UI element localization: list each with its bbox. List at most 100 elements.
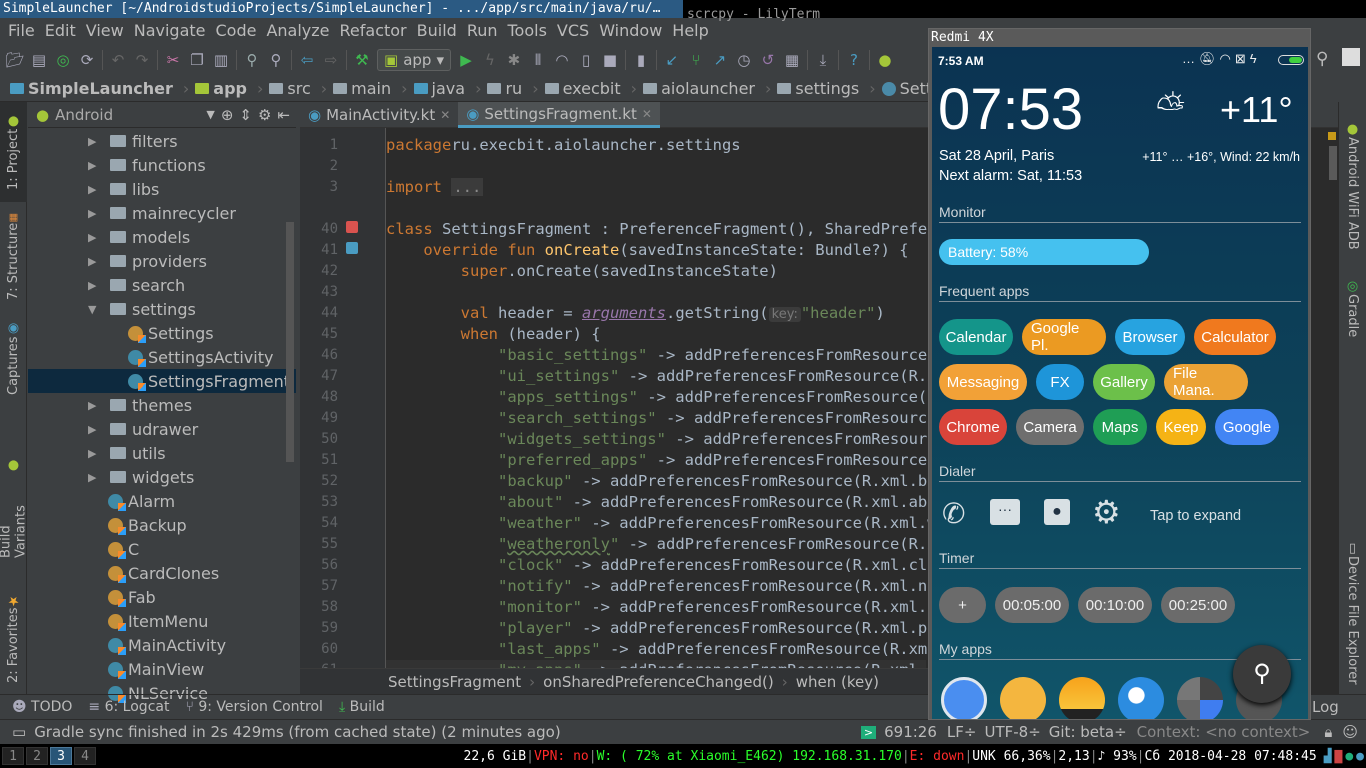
- menu-navigate[interactable]: Navigate: [134, 21, 206, 40]
- tree-item-udrawer[interactable]: ▶ udrawer: [28, 417, 296, 441]
- gear-icon[interactable]: ⚙: [258, 106, 271, 124]
- app-chip-calculator[interactable]: Calculator: [1194, 319, 1276, 355]
- app-chip-google[interactable]: Google: [1215, 409, 1279, 445]
- timer-preset-button[interactable]: 00:05:00: [995, 587, 1069, 623]
- vcs-push-icon[interactable]: ↗: [711, 51, 729, 69]
- run-icon[interactable]: ▶: [457, 51, 475, 69]
- tool-window-versioncontrol[interactable]: ⑂ 9: Version Control: [185, 699, 322, 715]
- find-icon[interactable]: ⚲: [243, 51, 261, 69]
- tab-structure[interactable]: 7: Structure ▦: [0, 206, 27, 306]
- tree-item-settings[interactable]: Settings: [28, 321, 296, 345]
- apply-changes-icon[interactable]: ϟ: [481, 51, 499, 69]
- stop-icon[interactable]: ■: [601, 51, 619, 69]
- sdk-manager-icon[interactable]: ⤓: [814, 51, 832, 69]
- breadcrumb-item[interactable]: aiolauncher ›: [643, 79, 771, 98]
- make-icon[interactable]: ⚒: [353, 51, 371, 69]
- tab-project[interactable]: 1: Project ●: [0, 102, 27, 202]
- tree-item-cardclones[interactable]: CardClones: [28, 561, 296, 585]
- expand-arrow-icon[interactable]: ▶: [88, 183, 98, 196]
- dropdown-icon[interactable]: ▼: [206, 108, 214, 121]
- tree-item-themes[interactable]: ▶ themes: [28, 393, 296, 417]
- event-log-tab[interactable]: Log: [1312, 698, 1339, 716]
- app-chip-maps[interactable]: Maps: [1093, 409, 1147, 445]
- code-line[interactable]: val header = arguments.getString(key: "he…: [386, 303, 885, 324]
- editor-scrollbar[interactable]: [1329, 146, 1337, 180]
- menu-build[interactable]: Build: [417, 21, 457, 40]
- breadcrumb-item[interactable]: src ›: [269, 79, 327, 98]
- breadcrumb-item[interactable]: settings ›: [777, 79, 876, 98]
- context-selector[interactable]: Context: <no context>: [1137, 723, 1311, 741]
- back-icon[interactable]: ⇦: [298, 51, 316, 69]
- breadcrumb-item[interactable]: SimpleLauncher ›: [10, 79, 189, 98]
- dialer-expand[interactable]: Tap to expand: [1150, 508, 1241, 524]
- status-toggle-icon[interactable]: ▭: [12, 723, 26, 741]
- expand-arrow-icon[interactable]: ▶: [88, 231, 98, 244]
- calculator-app-icon[interactable]: [1177, 677, 1223, 719]
- tab-mainactivity-kt[interactable]: ◉ MainActivity.kt ✕: [300, 102, 458, 128]
- locate-icon[interactable]: ⊕: [221, 106, 234, 124]
- app-chip-fx[interactable]: FX: [1036, 364, 1084, 400]
- tree-item-models[interactable]: ▶ models: [28, 225, 296, 249]
- tab-settingsfragment-kt[interactable]: ◉ SettingsFragment.kt ✕: [458, 102, 660, 128]
- override-method-icon[interactable]: [346, 242, 358, 254]
- app-chip-chrome[interactable]: Chrome: [939, 409, 1007, 445]
- tree-item-mainview[interactable]: MainView: [28, 657, 296, 681]
- debug-icon[interactable]: ✱: [505, 51, 523, 69]
- menu-code[interactable]: Code: [216, 21, 257, 40]
- expand-arrow-icon[interactable]: ▶: [88, 399, 98, 412]
- timer-preset-button[interactable]: 00:25:00: [1161, 587, 1235, 623]
- next-alarm[interactable]: Next alarm: Sat, 11:53: [939, 168, 1082, 184]
- save-icon[interactable]: ▤: [30, 51, 48, 69]
- menu-refactor[interactable]: Refactor: [340, 21, 407, 40]
- synchronize-icon[interactable]: ⟳: [78, 51, 96, 69]
- search-fab[interactable]: ⚲: [1233, 645, 1291, 703]
- app-chip-keep[interactable]: Keep: [1156, 409, 1206, 445]
- tab-favorites[interactable]: 2: Favorites ★: [0, 590, 27, 686]
- app-chip-messaging[interactable]: Messaging: [939, 364, 1027, 400]
- tree-item-mainactivity[interactable]: MainActivity: [28, 633, 296, 657]
- tree-item-libs[interactable]: ▶ libs: [28, 177, 296, 201]
- terminal-tray-icon[interactable]: ●: [1345, 749, 1353, 764]
- undo-icon[interactable]: ↶: [109, 51, 127, 69]
- date-location[interactable]: Sat 28 April, Paris: [939, 148, 1054, 164]
- tree-item-backup[interactable]: Backup: [28, 513, 296, 537]
- tree-item-widgets[interactable]: ▶ widgets: [28, 465, 296, 489]
- help-icon[interactable]: ?: [845, 51, 863, 69]
- code-breadcrumb-item[interactable]: onSharedPreferenceChanged(): [543, 673, 774, 691]
- phone-screen[interactable]: 7:53 AM …🔕︎◠⊠ϟ 07:53 ⛅︎ +11° Sat 28 Apri…: [932, 47, 1308, 719]
- menu-file[interactable]: File: [8, 21, 35, 40]
- code-line[interactable]: "about" -> addPreferencesFromResource(R.…: [386, 492, 965, 513]
- message-icon[interactable]: ···: [990, 499, 1020, 525]
- terminal-icon[interactable]: >: [860, 725, 877, 739]
- tree-item-c[interactable]: C: [28, 537, 296, 561]
- breadcrumb-item[interactable]: app ›: [195, 79, 263, 98]
- menu-view[interactable]: View: [86, 21, 124, 40]
- add-timer-button[interactable]: +: [939, 587, 986, 623]
- workspace-3[interactable]: 3: [50, 747, 72, 765]
- code-line[interactable]: super.onCreate(savedInstanceState): [386, 261, 778, 282]
- app-chip-calendar[interactable]: Calendar: [939, 319, 1013, 355]
- code-line[interactable]: when (header) {: [386, 324, 601, 345]
- app-chip-camera[interactable]: Camera: [1016, 409, 1084, 445]
- paste-icon[interactable]: ▥: [212, 51, 230, 69]
- tree-item-functions[interactable]: ▶ functions: [28, 153, 296, 177]
- expand-arrow-icon[interactable]: ▶: [88, 159, 98, 172]
- breadcrumb-item[interactable]: main ›: [333, 79, 408, 98]
- code-line[interactable]: "notify" -> addPreferencesFromResource(R…: [386, 576, 983, 597]
- tree-item-utils[interactable]: ▶ utils: [28, 441, 296, 465]
- git-branch[interactable]: Git: beta÷: [1049, 723, 1127, 741]
- tree-item-fab[interactable]: Fab: [28, 585, 296, 609]
- expand-arrow-icon[interactable]: ▶: [88, 135, 98, 148]
- expand-arrow-icon[interactable]: ▶: [88, 447, 98, 460]
- caret-position[interactable]: 691:26: [884, 723, 937, 741]
- tab-device-file-explorer[interactable]: ▯ Device File Explorer: [1339, 538, 1366, 688]
- flag-icon[interactable]: ▇: [1335, 749, 1343, 764]
- cut-icon[interactable]: ✂: [164, 51, 182, 69]
- temperature[interactable]: +11°: [1220, 89, 1293, 131]
- breadcrumb-item[interactable]: java ›: [413, 79, 481, 98]
- profile-icon[interactable]: ◠: [553, 51, 571, 69]
- tree-item-filters[interactable]: ▶ filters: [28, 129, 296, 153]
- tool-window-build[interactable]: ⤓ Build: [339, 699, 385, 715]
- attach-icon[interactable]: ⫴: [529, 51, 547, 69]
- browser-app-icon[interactable]: [1118, 677, 1164, 719]
